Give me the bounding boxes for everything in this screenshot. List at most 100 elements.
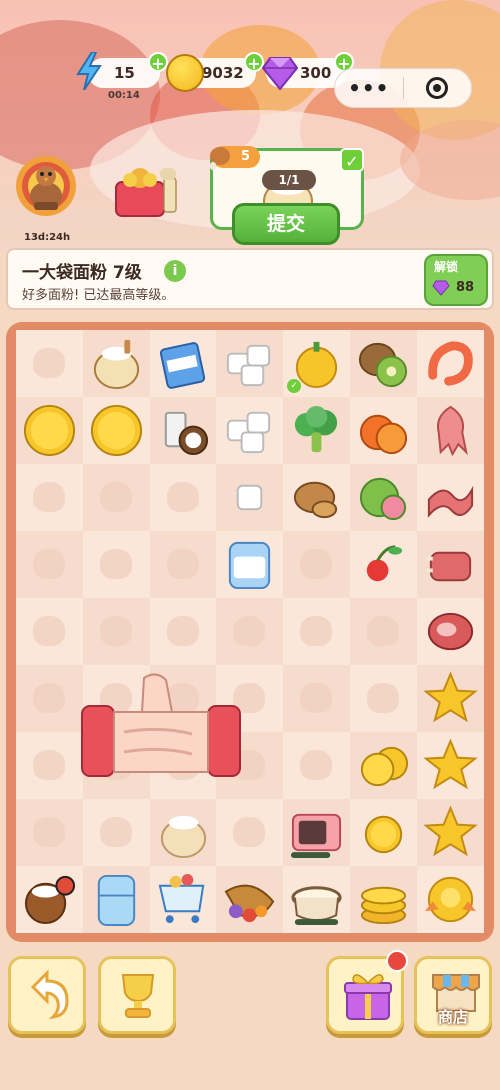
squid-icon[interactable] — [423, 403, 478, 458]
sugar-cubes-icon[interactable] — [222, 336, 277, 391]
board-cell[interactable] — [149, 531, 217, 598]
gold-coin-icon[interactable] — [22, 403, 77, 458]
sugar-cubes-icon[interactable] — [222, 403, 277, 458]
board-cell[interactable] — [416, 397, 484, 464]
submit-order-button[interactable]: 提交 — [232, 203, 340, 245]
board-cell[interactable] — [416, 598, 484, 665]
kiwi-icon[interactable] — [356, 336, 411, 391]
star-icon[interactable] — [423, 671, 478, 726]
board-cell[interactable] — [349, 531, 417, 598]
coin-stack-icon[interactable] — [356, 872, 411, 927]
board-cell[interactable] — [216, 531, 284, 598]
board-cell[interactable] — [149, 397, 217, 464]
board-cell[interactable] — [283, 464, 350, 531]
board-cell[interactable] — [349, 598, 417, 665]
board-cell[interactable] — [16, 531, 83, 598]
board-cell[interactable] — [16, 598, 83, 665]
board-cell[interactable] — [349, 665, 417, 732]
board-cell[interactable] — [416, 464, 484, 531]
potato-icon[interactable] — [289, 470, 344, 525]
board-cell[interactable] — [349, 732, 417, 799]
board-cell[interactable] — [149, 330, 217, 397]
microwave-icon[interactable] — [289, 805, 344, 860]
board-cell[interactable] — [149, 799, 217, 866]
board-cell[interactable] — [416, 330, 484, 397]
sugar-cube-icon[interactable] — [222, 470, 277, 525]
board-cell[interactable] — [349, 330, 417, 397]
more-menu-button[interactable]: ••• — [335, 76, 403, 100]
board-cell[interactable] — [416, 531, 484, 598]
board-cell[interactable] — [349, 799, 417, 866]
board-cell[interactable] — [82, 397, 150, 464]
board-cell[interactable] — [16, 464, 83, 531]
steak-icon[interactable] — [423, 604, 478, 659]
board-cell[interactable] — [16, 665, 83, 732]
shrimp-icon[interactable] — [423, 336, 478, 391]
undo-button[interactable] — [8, 956, 86, 1034]
board-cell[interactable] — [216, 330, 284, 397]
board-cell[interactable]: ✓ — [283, 330, 350, 397]
gold-coin-small-icon[interactable] — [356, 805, 411, 860]
flour-sack-selected-icon[interactable] — [156, 805, 211, 860]
board-cell[interactable] — [283, 397, 350, 464]
unlock-button[interactable]: 解锁 88 — [424, 254, 488, 306]
shop-button[interactable]: 商店 — [414, 956, 492, 1034]
board-cell[interactable] — [149, 598, 217, 665]
board-cell[interactable] — [283, 732, 350, 799]
board-cell[interactable] — [216, 799, 284, 866]
persimmon-icon[interactable] — [356, 403, 411, 458]
cherry-icon[interactable] — [356, 537, 411, 592]
board-cell[interactable] — [349, 866, 417, 933]
close-miniprogram-button[interactable] — [404, 77, 472, 99]
trophy-button[interactable] — [98, 956, 176, 1034]
pot-icon[interactable] — [289, 872, 344, 927]
add-coins-button[interactable]: + — [244, 52, 264, 73]
broccoli-icon[interactable] — [289, 403, 344, 458]
board-cell[interactable] — [16, 330, 83, 397]
coconut-milk-icon[interactable] — [156, 403, 211, 458]
board-cell[interactable] — [283, 799, 350, 866]
board-cell[interactable] — [82, 866, 150, 933]
board-cell[interactable] — [416, 732, 484, 799]
board-cell[interactable] — [283, 531, 350, 598]
board-cell[interactable] — [216, 397, 284, 464]
board-cell[interactable] — [349, 397, 417, 464]
board-cell[interactable] — [82, 464, 150, 531]
board-cell[interactable] — [416, 866, 484, 933]
sugar-bag-icon[interactable] — [222, 537, 277, 592]
gold-coin-icon[interactable] — [89, 403, 144, 458]
board-cell[interactable] — [16, 732, 83, 799]
flour-jar-icon[interactable] — [22, 872, 77, 927]
board-cell[interactable] — [416, 665, 484, 732]
shopping-cart-icon[interactable] — [156, 872, 211, 927]
board-cell[interactable] — [216, 866, 284, 933]
board-cell[interactable] — [216, 464, 284, 531]
board-cell[interactable] — [349, 464, 417, 531]
board-cell[interactable] — [16, 866, 83, 933]
cream-carton-icon[interactable] — [156, 336, 211, 391]
board-cell[interactable] — [149, 866, 217, 933]
cornucopia-icon[interactable] — [222, 872, 277, 927]
golden-ribbon-icon[interactable] — [423, 872, 478, 927]
add-energy-button[interactable]: + — [148, 52, 168, 73]
board-cell[interactable] — [16, 799, 83, 866]
ribs-icon[interactable] — [423, 537, 478, 592]
board-cell[interactable] — [82, 330, 150, 397]
board-cell[interactable] — [149, 464, 217, 531]
board-cell[interactable] — [416, 799, 484, 866]
gift-basket-icon[interactable] — [110, 160, 186, 222]
board-cell[interactable] — [82, 799, 150, 866]
board-cell[interactable] — [283, 866, 350, 933]
board-cell[interactable] — [82, 531, 150, 598]
board-cell[interactable] — [82, 598, 150, 665]
guava-icon[interactable] — [356, 470, 411, 525]
board-cell[interactable] — [16, 397, 83, 464]
info-icon[interactable]: i — [164, 260, 186, 282]
board-cell[interactable] — [216, 598, 284, 665]
board-cell[interactable] — [283, 598, 350, 665]
fridge-icon[interactable] — [89, 872, 144, 927]
bacon-icon[interactable] — [423, 470, 478, 525]
board-cell[interactable] — [283, 665, 350, 732]
turkey-event-icon[interactable] — [14, 150, 78, 226]
star-icon[interactable] — [423, 805, 478, 860]
